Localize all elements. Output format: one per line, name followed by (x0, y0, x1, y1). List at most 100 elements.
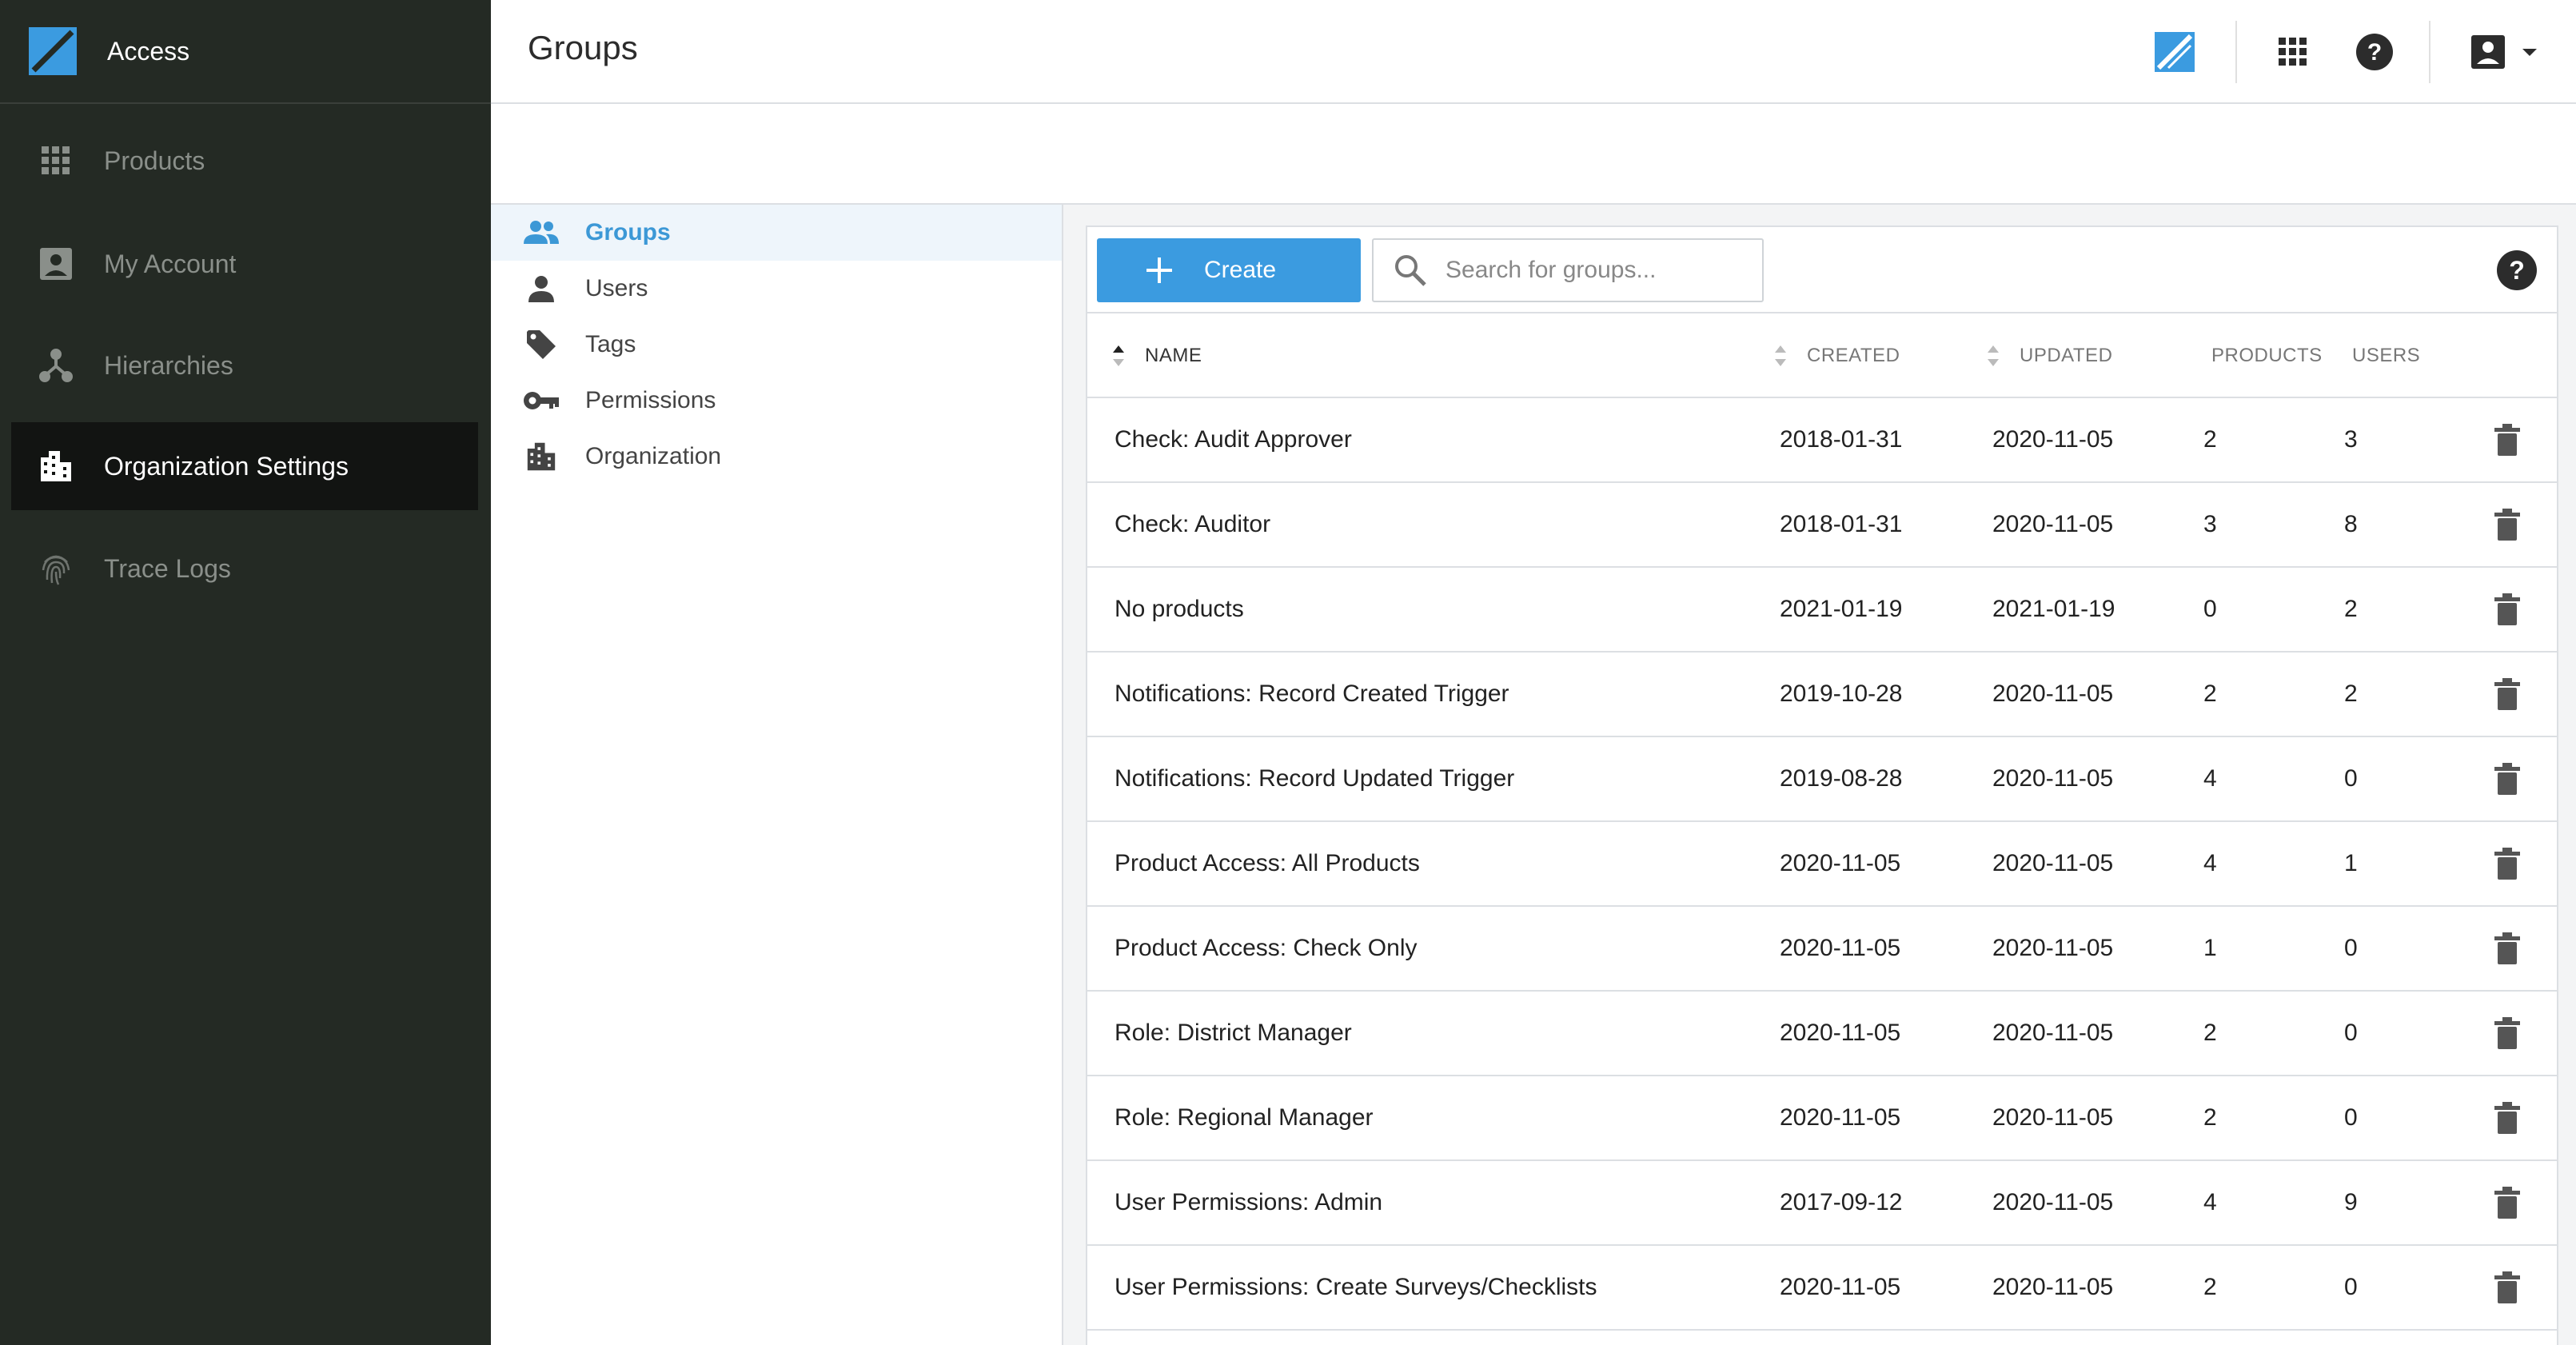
delete-icon[interactable] (2490, 422, 2525, 457)
users-count-cell: 0 (2344, 1020, 2358, 1046)
group-name-cell[interactable]: Notifications: Record Created Trigger (1115, 653, 1509, 736)
group-name-cell[interactable]: Product Access: Check Only (1115, 907, 1418, 990)
table-row[interactable]: Role: District Manager 2020-11-05 2020-11-… (1087, 992, 2557, 1076)
delete-icon[interactable] (2490, 676, 2525, 712)
group-name-cell[interactable]: Product Access: All Products (1115, 822, 1420, 905)
sort-icon (1113, 345, 1124, 366)
table-row[interactable]: Role: Regional Manager 2020-11-05 2020-11-… (1087, 1076, 2557, 1161)
table-row[interactable]: No products 2021-01-19 2021-01-19 0 2 (1087, 568, 2557, 653)
created-date-cell: 2019-08-28 (1780, 765, 1903, 792)
subnav-item-permissions[interactable]: Permissions (491, 373, 1062, 429)
created-date-cell: 2020-11-05 (1780, 1104, 1901, 1131)
person-icon (523, 270, 560, 307)
column-header-created[interactable]: CREATED (1773, 313, 1900, 398)
chevron-down-icon[interactable] (2504, 26, 2555, 78)
updated-date-cell: 2020-11-05 (1992, 1104, 2114, 1131)
table-row[interactable]: Notifications: Record Created Trigger 201… (1087, 653, 2557, 737)
sidebar-item-organization-settings[interactable]: Organization Settings (11, 422, 478, 510)
group-name-cell[interactable]: User Permissions: Admin (1115, 1161, 1382, 1244)
updated-date-cell: 2020-11-05 (1992, 426, 2114, 453)
help-icon[interactable]: ? (2496, 249, 2538, 291)
subnav-item-organization[interactable]: Organization (491, 429, 1062, 485)
table-row[interactable]: Notifications: Record Updated Trigger 201… (1087, 737, 2557, 822)
subnav-label: Tags (585, 331, 636, 357)
apps-grid-icon[interactable] (2267, 26, 2319, 78)
table-row[interactable]: Check: Auditor 2018-01-31 2020-11-05 3 8 (1087, 483, 2557, 568)
sidebar-item-label: Hierarchies (104, 350, 233, 380)
brand[interactable]: Access (0, 0, 491, 104)
delete-icon[interactable] (2490, 1016, 2525, 1051)
table-row[interactable]: Product Access: All Products 2020-11-05 20… (1087, 822, 2557, 907)
fingerprint-icon (38, 551, 74, 586)
subnav-label: Permissions (585, 387, 716, 413)
updated-date-cell: 2020-11-05 (1992, 850, 2114, 876)
subnav-item-groups[interactable]: Groups (491, 205, 1062, 261)
column-header-name[interactable]: NAME (1111, 313, 1202, 398)
group-name-cell[interactable]: Check: Auditor (1115, 483, 1270, 566)
group-name-cell[interactable]: Role: District Manager (1115, 992, 1352, 1075)
users-count-cell: 9 (2344, 1189, 2358, 1215)
delete-icon[interactable] (2490, 846, 2525, 881)
group-name-cell[interactable]: No products (1115, 568, 1244, 651)
subnav-item-users[interactable]: Users (491, 261, 1062, 317)
table-row[interactable]: Product Access: Check Only 2020-11-05 2020… (1087, 907, 2557, 992)
subnav-label: Organization (585, 443, 722, 469)
group-name-cell[interactable]: Check: Audit Approver (1115, 398, 1352, 481)
search-input[interactable] (1446, 257, 1749, 284)
delete-icon[interactable] (2490, 931, 2525, 966)
left-sidebar: Access Products My Account Hierarchies O… (0, 0, 491, 1345)
delete-icon[interactable] (2490, 1270, 2525, 1305)
access-logo-icon[interactable] (2149, 26, 2200, 78)
building-icon (38, 449, 74, 484)
users-count-cell: 0 (2344, 1274, 2358, 1300)
users-count-cell: 3 (2344, 426, 2358, 453)
grid-icon (38, 143, 74, 178)
products-count-cell: 4 (2203, 850, 2217, 876)
column-header-products: PRODUCTS (2211, 345, 2323, 366)
products-count-cell: 0 (2203, 596, 2217, 622)
top-bar: Groups ? (491, 0, 2576, 104)
page-title: Groups (528, 29, 638, 66)
svg-text:?: ? (2509, 256, 2525, 285)
delete-icon[interactable] (2490, 1100, 2525, 1135)
created-date-cell: 2021-01-19 (1780, 596, 1903, 622)
created-date-cell: 2019-10-28 (1780, 680, 1903, 707)
subnav-label: Users (585, 275, 648, 301)
updated-date-cell: 2020-11-05 (1992, 1189, 2114, 1215)
column-header-updated[interactable]: UPDATED (1986, 313, 2112, 398)
group-name-cell[interactable]: Notifications: Record Updated Trigger (1115, 737, 1514, 820)
sidebar-item-products[interactable]: Products (11, 117, 478, 205)
sidebar-item-trace-logs[interactable]: Trace Logs (11, 525, 478, 613)
updated-date-cell: 2020-11-05 (1992, 1274, 2114, 1300)
users-count-cell: 1 (2344, 850, 2358, 876)
group-name-cell[interactable]: Role: Regional Manager (1115, 1076, 1374, 1159)
subnav-item-tags[interactable]: Tags (491, 317, 1062, 373)
sidebar-item-my-account[interactable]: My Account (11, 220, 478, 308)
delete-icon[interactable] (2490, 761, 2525, 796)
search-box[interactable] (1372, 238, 1764, 302)
users-count-cell: 0 (2344, 1104, 2358, 1131)
group-name-cell[interactable]: User Permissions: Create Surveys/Checkli… (1115, 1246, 1597, 1329)
users-count-cell: 2 (2344, 680, 2358, 707)
users-count-cell: 0 (2344, 935, 2358, 961)
create-group-button[interactable]: Create (1097, 238, 1361, 302)
help-icon[interactable]: ? (2349, 26, 2400, 78)
sort-icon (1775, 345, 1786, 366)
hierarchy-icon (38, 348, 74, 383)
sidebar-item-hierarchies[interactable]: Hierarchies (11, 321, 478, 409)
building-icon (523, 438, 560, 475)
people-icon (523, 214, 560, 251)
access-logo-icon (29, 27, 77, 75)
plus-icon (1146, 257, 1172, 283)
products-count-cell: 2 (2203, 1274, 2217, 1300)
table-header: NAME CREATED UPDATED PRODUCTS USERS (1087, 313, 2557, 398)
table-row[interactable]: User Permissions: Admin 2017-09-12 2020-11… (1087, 1161, 2557, 1246)
delete-icon[interactable] (2490, 507, 2525, 542)
delete-icon[interactable] (2490, 1185, 2525, 1220)
secondary-nav: Groups Users Tags Permissions Organizati… (491, 205, 1063, 1345)
table-row[interactable]: User Permissions: Create Surveys/Checkli… (1087, 1246, 2557, 1331)
table-row[interactable]: Check: Audit Approver 2018-01-31 2020-11-0… (1087, 398, 2557, 483)
column-header-users: USERS (2352, 345, 2421, 366)
delete-icon[interactable] (2490, 592, 2525, 627)
products-count-cell: 4 (2203, 765, 2217, 792)
